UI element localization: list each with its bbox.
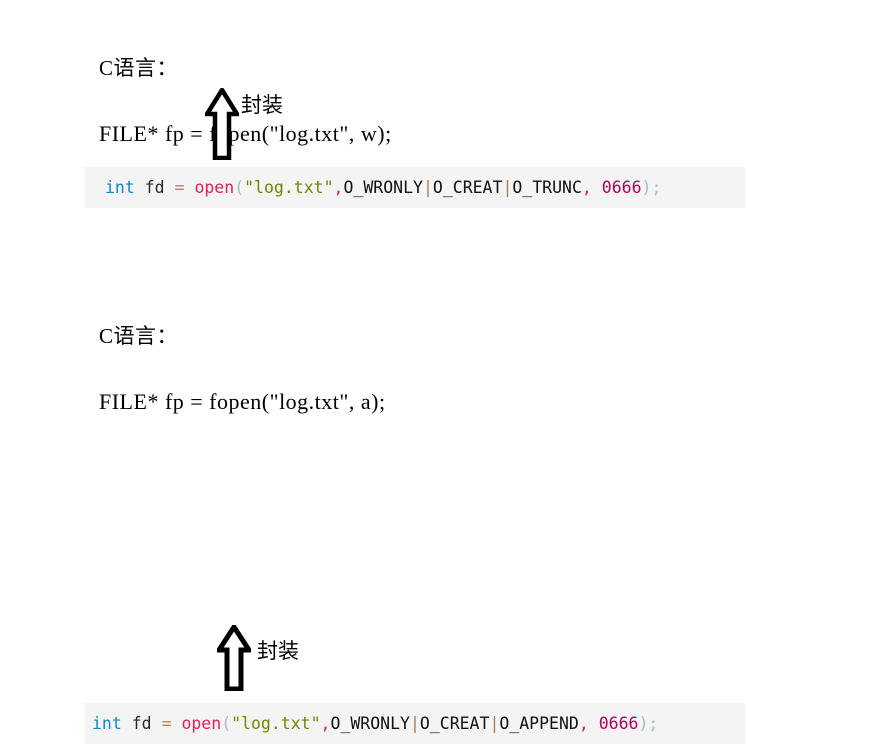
token-pipe: | — [409, 714, 420, 733]
token-flag-creat: O_CREAT — [432, 178, 503, 197]
token-comma: , — [578, 714, 589, 733]
token-semicolon: ; — [648, 714, 659, 733]
token-paren-open: ( — [234, 178, 245, 197]
up-arrow-icon — [205, 88, 239, 160]
token-flag-creat: O_CREAT — [419, 714, 490, 733]
code-line: int fd = open("log.txt",O_WRONLY|O_CREAT… — [85, 703, 658, 744]
token-variable: fd — [131, 714, 152, 733]
token-paren-close: ) — [641, 178, 652, 197]
token-semicolon: ; — [651, 178, 662, 197]
c-language-snippet: C语言： FILE* fp = fopen("log.txt", a); — [99, 286, 386, 452]
token-paren-open: ( — [221, 714, 232, 733]
token-comma: , — [581, 178, 592, 197]
token-variable: fd — [144, 178, 165, 197]
token-pipe: | — [502, 178, 513, 197]
token-mode: 0666 — [598, 714, 639, 733]
token-type: int — [92, 714, 122, 733]
token-comma: , — [320, 714, 331, 733]
token-function: open — [194, 178, 235, 197]
code-line: int fd = open("log.txt",O_WRONLY|O_CREAT… — [85, 167, 661, 208]
token-mode: 0666 — [601, 178, 642, 197]
token-flag-trunc: O_TRUNC — [512, 178, 582, 197]
token-flag-append: O_APPEND — [499, 714, 579, 733]
token-assign: = — [161, 714, 172, 733]
up-arrow-icon — [217, 625, 251, 691]
code-block-open-trunc: int fd = open("log.txt",O_WRONLY|O_CREAT… — [85, 167, 745, 208]
token-paren-close: ) — [638, 714, 649, 733]
token-assign: = — [174, 178, 185, 197]
c-language-label: C语言： — [99, 56, 179, 80]
token-pipe: | — [489, 714, 500, 733]
c-language-label: C语言： — [99, 324, 179, 348]
encapsulation-label: 封装 — [241, 93, 283, 117]
token-string: "log.txt" — [244, 178, 334, 197]
token-string: "log.txt" — [231, 714, 321, 733]
token-comma: , — [333, 178, 344, 197]
token-type: int — [105, 178, 135, 197]
c-language-statement: FILE* fp = fopen("log.txt", w); — [99, 121, 392, 146]
encapsulation-label: 封装 — [257, 639, 299, 663]
code-block-open-append: int fd = open("log.txt",O_WRONLY|O_CREAT… — [85, 703, 745, 744]
c-language-statement: FILE* fp = fopen("log.txt", a); — [99, 389, 386, 414]
token-pipe: | — [422, 178, 433, 197]
token-flag-wronly: O_WRONLY — [330, 714, 410, 733]
token-flag-wronly: O_WRONLY — [343, 178, 423, 197]
token-function: open — [181, 714, 222, 733]
